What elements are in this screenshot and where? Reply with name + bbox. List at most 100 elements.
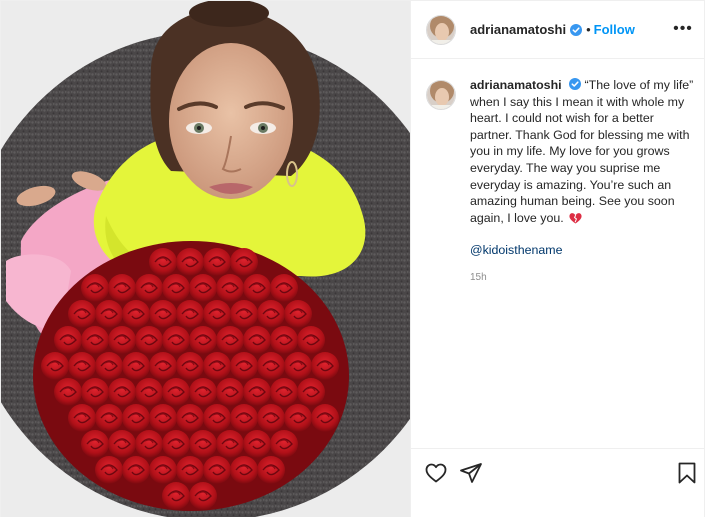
post-actions xyxy=(411,448,705,494)
post-caption: adrianamatoshi “The love of my life” whe… xyxy=(426,77,696,287)
rose xyxy=(68,300,96,328)
rose xyxy=(135,378,163,406)
heart-icon[interactable] xyxy=(424,461,448,485)
rose xyxy=(270,378,298,406)
rose xyxy=(81,430,109,458)
rose xyxy=(297,326,325,354)
rose xyxy=(189,326,217,354)
rose xyxy=(162,430,190,458)
rose xyxy=(257,456,285,484)
rose xyxy=(203,300,231,328)
rose xyxy=(95,456,123,484)
rose xyxy=(189,378,217,406)
rose xyxy=(162,482,190,510)
rose xyxy=(149,456,177,484)
rose xyxy=(176,456,204,484)
rose xyxy=(230,352,258,380)
more-options-icon[interactable]: ••• xyxy=(669,15,697,43)
rose xyxy=(135,430,163,458)
rose xyxy=(203,248,231,276)
rose xyxy=(54,326,82,354)
rose xyxy=(95,404,123,432)
follow-button[interactable]: Follow xyxy=(594,22,635,37)
rose xyxy=(230,300,258,328)
author-username[interactable]: adrianamatoshi xyxy=(470,22,566,37)
rose xyxy=(68,404,96,432)
rose xyxy=(270,274,298,302)
rose xyxy=(108,378,136,406)
photo-illustration xyxy=(1,1,410,517)
broken-heart-icon xyxy=(569,212,582,224)
instagram-post: adrianamatoshi • Follow ••• adrianamatos… xyxy=(0,0,705,517)
rose xyxy=(149,300,177,328)
rose xyxy=(162,326,190,354)
rose xyxy=(270,430,298,458)
rose xyxy=(243,430,271,458)
rose xyxy=(257,352,285,380)
rose xyxy=(135,274,163,302)
share-icon[interactable] xyxy=(459,461,483,485)
rose xyxy=(176,352,204,380)
post-header: adrianamatoshi • Follow ••• xyxy=(411,1,705,59)
rose xyxy=(311,404,339,432)
rose xyxy=(95,300,123,328)
rose xyxy=(122,352,150,380)
rose xyxy=(108,274,136,302)
rose xyxy=(284,404,312,432)
rose xyxy=(311,352,339,380)
rose xyxy=(189,482,217,510)
rose xyxy=(149,404,177,432)
mention-link[interactable]: @kidoisthename xyxy=(470,242,696,259)
post-timestamp[interactable]: 15h xyxy=(470,270,696,287)
rose xyxy=(122,404,150,432)
rose xyxy=(81,326,109,354)
rose xyxy=(162,274,190,302)
rose xyxy=(176,248,204,276)
rose xyxy=(81,274,109,302)
rose xyxy=(216,326,244,354)
rose xyxy=(108,430,136,458)
rose xyxy=(189,274,217,302)
rose xyxy=(41,352,69,380)
rose xyxy=(108,326,136,354)
rose xyxy=(122,300,150,328)
caption-verified-badge-icon xyxy=(569,78,582,90)
rose xyxy=(189,430,217,458)
rose xyxy=(149,248,177,276)
rose xyxy=(230,404,258,432)
caption-avatar[interactable] xyxy=(426,80,456,110)
rose xyxy=(95,352,123,380)
rose xyxy=(257,300,285,328)
rose xyxy=(176,300,204,328)
header-separator: • xyxy=(586,22,591,37)
rose xyxy=(284,300,312,328)
rose xyxy=(230,456,258,484)
rose xyxy=(243,326,271,354)
rose xyxy=(270,326,298,354)
caption-text: “The love of my life” when I say this I … xyxy=(470,78,697,225)
rose xyxy=(257,404,285,432)
rose xyxy=(135,326,163,354)
rose xyxy=(203,456,231,484)
rose xyxy=(216,274,244,302)
bookmark-icon[interactable] xyxy=(675,461,699,485)
rose xyxy=(297,378,325,406)
post-photo[interactable] xyxy=(1,1,410,517)
rose xyxy=(122,456,150,484)
rose xyxy=(176,404,204,432)
rose xyxy=(216,430,244,458)
author-avatar[interactable] xyxy=(426,14,456,45)
rose xyxy=(230,248,258,276)
caption-username[interactable]: adrianamatoshi xyxy=(470,78,562,92)
rose xyxy=(203,404,231,432)
rose xyxy=(203,352,231,380)
rose xyxy=(284,352,312,380)
post-side-panel: adrianamatoshi • Follow ••• adrianamatos… xyxy=(410,1,705,517)
verified-badge-icon xyxy=(570,23,583,36)
rose xyxy=(149,352,177,380)
rose xyxy=(68,352,96,380)
rose xyxy=(243,378,271,406)
rose xyxy=(216,378,244,406)
caption-body: adrianamatoshi “The love of my life” whe… xyxy=(470,77,696,287)
rose xyxy=(162,378,190,406)
